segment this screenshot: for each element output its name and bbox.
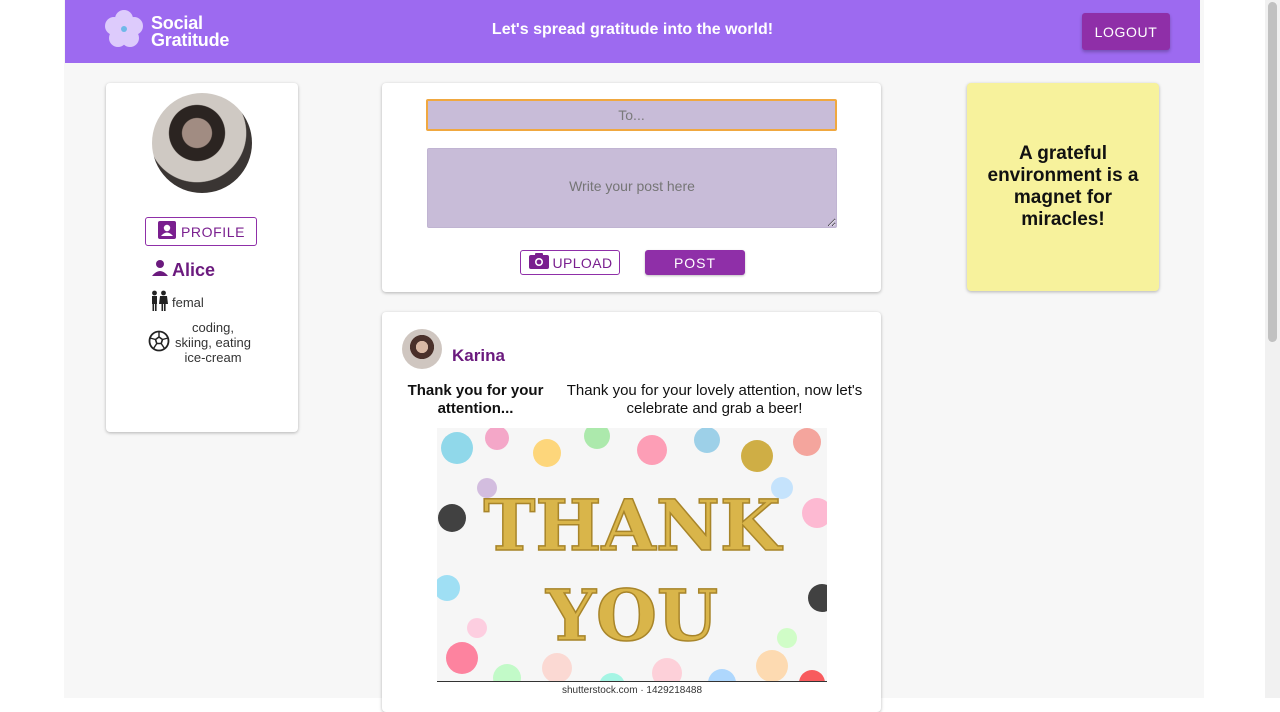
logout-button[interactable]: LOGOUT	[1082, 13, 1170, 50]
hobbies-text: coding, skiing, eating ice-cream	[175, 320, 251, 365]
gender-icon	[150, 290, 168, 315]
profile-name-text: Alice	[172, 260, 216, 280]
soccer-ball-icon	[148, 330, 170, 355]
profile-name: Alice	[150, 258, 215, 283]
upload-button[interactable]: UPLOAD	[520, 250, 620, 275]
recipient-input[interactable]	[426, 99, 837, 131]
image-text-you: YOU	[545, 574, 718, 657]
header-tagline: Let's spread gratitude into the world!	[491, 21, 774, 38]
post-body: Thank you for your lovely attention, now…	[566, 382, 863, 417]
profile-card-icon	[157, 220, 177, 243]
author-avatar[interactable]	[402, 329, 442, 369]
person-icon	[150, 258, 170, 283]
profile-button[interactable]: PROFILE	[145, 217, 257, 246]
feed-post: Karina Thank you for your attention... T…	[382, 312, 881, 712]
hobbies-row: coding, skiing, eating ice-cream	[148, 320, 252, 365]
gratitude-quote-note: A grateful environment is a magnet for m…	[967, 83, 1159, 291]
gender-row: femal	[150, 290, 204, 315]
post-image: THANK YOU shutterstock.com · 1429218488	[437, 428, 827, 698]
gender-text: femal	[172, 295, 204, 310]
profile-button-label: PROFILE	[180, 223, 246, 240]
image-watermark: shutterstock.com · 1429218488	[437, 681, 827, 698]
scrollbar-thumb[interactable]	[1268, 2, 1277, 342]
quote-text: A grateful environment is a magnet for m…	[987, 143, 1139, 230]
page-scrollbar[interactable]	[1265, 0, 1280, 698]
post-textarea[interactable]	[427, 148, 837, 228]
post-title: Thank you for your attention...	[407, 382, 544, 417]
user-avatar	[152, 93, 252, 193]
profile-card: PROFILE Alice femal coding, skiing, eati…	[106, 83, 298, 432]
image-text-thank: THANK	[483, 484, 783, 567]
confetti-thank-you-image: THANK YOU	[437, 428, 827, 698]
top-header: Social Gratitude Let's spread gratitude …	[65, 0, 1200, 63]
compose-card: UPLOAD POST	[382, 83, 881, 292]
upload-button-label: UPLOAD	[552, 254, 613, 271]
camera-icon	[528, 252, 550, 273]
post-button[interactable]: POST	[645, 250, 745, 275]
post-author[interactable]: Karina	[452, 346, 505, 366]
